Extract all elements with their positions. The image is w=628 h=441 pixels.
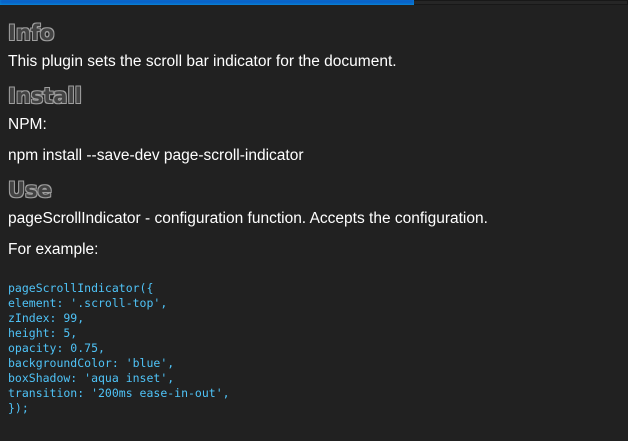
- example-label: For example:: [8, 241, 99, 258]
- code-line: });: [8, 401, 29, 415]
- code-line: transition: '200ms ease-in-out',: [8, 386, 230, 400]
- code-line: opacity: 0.75,: [8, 341, 105, 355]
- scroll-indicator-fill: [0, 0, 415, 5]
- code-example: pageScrollIndicator({element: '.scroll-t…: [8, 281, 620, 416]
- code-line: backgroundColor: 'blue',: [8, 356, 175, 370]
- code-line: boxShadow: 'aqua inset',: [8, 371, 175, 385]
- scroll-indicator-track: [0, 0, 628, 5]
- code-line: height: 5,: [8, 326, 78, 340]
- install-heading: Install: [8, 84, 82, 108]
- code-line: element: '.scroll-top',: [8, 296, 168, 310]
- info-text: This plugin sets the scroll bar indicato…: [8, 53, 397, 70]
- use-text: pageScrollIndicator - configuration func…: [8, 210, 488, 227]
- code-line: pageScrollIndicator({: [8, 281, 154, 295]
- install-command: npm install --save-dev page-scroll-indic…: [8, 147, 304, 164]
- info-heading: Info: [8, 21, 55, 45]
- npm-label: NPM:: [8, 116, 47, 133]
- use-heading: Use: [8, 178, 52, 202]
- document-content: Info This plugin sets the scroll bar ind…: [8, 12, 620, 416]
- code-line: zIndex: 99,: [8, 311, 85, 325]
